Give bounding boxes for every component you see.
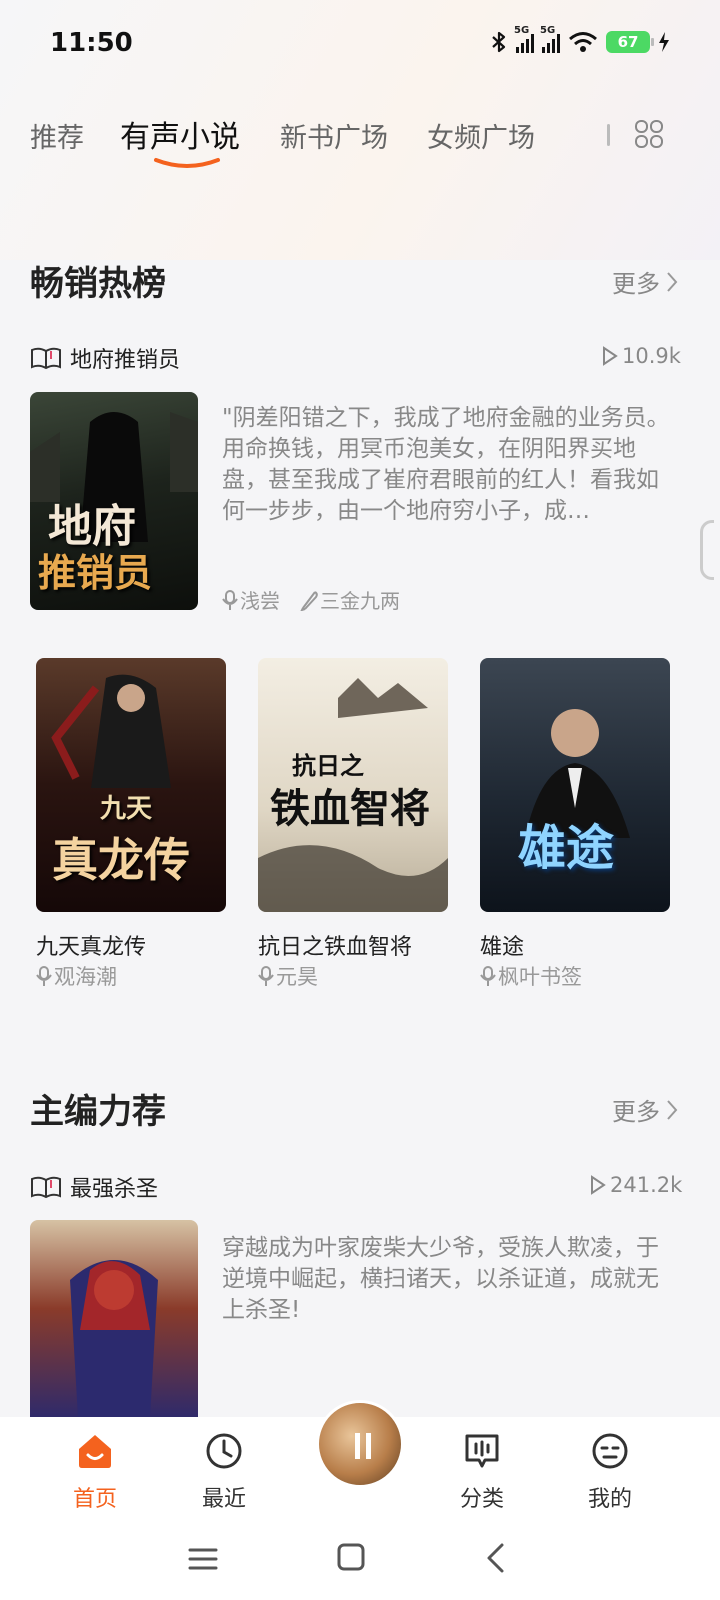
featured-book-title: 地府推销员 [70, 348, 181, 373]
nav-profile[interactable]: 我的 [565, 1431, 655, 1513]
system-navigation-bar [0, 1520, 720, 1600]
nav-home[interactable]: 首页 [50, 1431, 140, 1513]
cover-title-line-2: 铁血智将 [270, 785, 430, 832]
tab-audio-novel[interactable]: 有声小说 [120, 112, 240, 156]
charging-icon [659, 32, 669, 52]
back-icon[interactable] [484, 1542, 508, 1574]
editor-pick-more-link[interactable]: 更多 [612, 1092, 678, 1127]
bestseller-more-link[interactable]: 更多 [612, 264, 678, 299]
active-tab-indicator [154, 158, 220, 168]
featured-play-count: 10.9k [602, 344, 681, 368]
profile-icon [592, 1433, 628, 1469]
microphone-icon [480, 966, 496, 986]
tab-recommend[interactable]: 推荐 [30, 116, 84, 155]
tabs-divider [607, 124, 610, 146]
network-type-2: 5G [540, 25, 556, 36]
mini-player-button[interactable] [316, 1400, 404, 1488]
category-icon [465, 1434, 499, 1468]
status-icons: 5G 5G 67 [490, 25, 670, 54]
cover-title-line-1: 九天 [100, 794, 153, 824]
author-meta: 三金九两 [300, 585, 400, 614]
microphone-icon [222, 589, 238, 610]
chevron-right-icon [667, 1099, 678, 1120]
featured-book-cover[interactable]: 地府 推销员 [30, 392, 198, 610]
home-square-icon[interactable] [336, 1542, 366, 1572]
more-label: 更多 [612, 270, 660, 298]
play-icon [591, 1175, 606, 1195]
open-book-icon [31, 1176, 61, 1199]
tab-new-books[interactable]: 新书广场 [280, 116, 388, 155]
narrator-name: 浅尝 [240, 589, 280, 613]
clock-icon [206, 1433, 242, 1469]
bluetooth-icon [492, 31, 506, 53]
status-bar: 11:50 5G 5G 67 [0, 0, 720, 90]
play-count-value: 241.2k [610, 1173, 683, 1197]
all-categories-icon[interactable] [633, 118, 665, 150]
signal-icon-1: 5G [514, 25, 534, 53]
author-name: 三金九两 [320, 589, 400, 613]
microphone-icon [258, 966, 274, 986]
grid-book-narrator-1: 观海潮 [36, 961, 117, 991]
narrator-name: 观海潮 [54, 965, 117, 989]
grid-book-narrator-2: 元昊 [258, 961, 318, 991]
network-type-1: 5G [514, 25, 530, 36]
cover-title-line-2: 真龙传 [52, 833, 190, 887]
battery-indicator: 67 [606, 31, 654, 53]
signal-icon-2: 5G [540, 25, 560, 53]
status-time: 11:50 [50, 28, 133, 58]
narrator-name: 枫叶书签 [498, 965, 582, 989]
editor-pick-book-cover[interactable] [30, 1220, 198, 1417]
wifi-icon [569, 32, 597, 52]
microphone-icon [36, 966, 52, 986]
grid-book-title-1[interactable]: 九天真龙传 [36, 929, 146, 961]
featured-book-description: "阴差阳错之下，我成了地府金融的业务员。用命换钱，用冥币泡美女，在阴阳界买地盘，… [222, 405, 670, 524]
chevron-right-icon [667, 271, 678, 292]
grid-book-cover-3[interactable]: 雄途 [480, 658, 670, 912]
editor-pick-book-header[interactable]: 最强杀圣 [30, 1171, 158, 1203]
grid-book-cover-2[interactable]: 抗日之 铁血智将 [258, 658, 448, 912]
play-icon [603, 346, 618, 366]
grid-book-cover-1[interactable]: 九天 真龙传 [36, 658, 226, 912]
section-title-bestseller: 畅销热榜 [30, 264, 166, 304]
nav-recent-label: 最近 [201, 1487, 246, 1512]
grid-book-title-3[interactable]: 雄途 [480, 929, 524, 961]
grid-book-narrator-3: 枫叶书签 [480, 961, 582, 991]
pause-icon [355, 1433, 371, 1459]
menu-icon[interactable] [188, 1544, 218, 1574]
featured-book-meta: 浅尝 三金九两 [222, 585, 400, 614]
narrator-name: 元昊 [276, 965, 318, 989]
editor-pick-description: 穿越成为叶家废柴大少爷，受族人欺凌，于逆境中崛起，横扫诸天，以杀证道，成就无上杀… [222, 1235, 659, 1323]
open-book-icon [31, 347, 61, 370]
cover-title-line-2: 推销员 [38, 550, 153, 595]
narrator-meta: 浅尝 [222, 585, 280, 614]
tab-female[interactable]: 女频广场 [427, 116, 535, 155]
category-tabs: 推荐 有声小说 新书广场 女频广场 [30, 110, 690, 170]
pen-icon [300, 590, 318, 611]
home-icon [79, 1435, 111, 1468]
cover-illustration [70, 1260, 158, 1417]
nav-category[interactable]: 分类 [437, 1431, 527, 1513]
more-label: 更多 [612, 1098, 660, 1126]
nav-profile-label: 我的 [587, 1487, 632, 1512]
side-scroll-handle[interactable] [700, 520, 714, 580]
cover-title: 雄途 [518, 820, 615, 876]
nav-recent[interactable]: 最近 [179, 1431, 269, 1513]
grid-book-title-2[interactable]: 抗日之铁血智将 [258, 929, 412, 961]
nav-home-label: 首页 [72, 1487, 117, 1512]
nav-category-label: 分类 [459, 1487, 504, 1512]
section-title-editor-pick: 主编力荐 [30, 1092, 166, 1132]
editor-pick-book-title: 最强杀圣 [70, 1177, 159, 1202]
editor-pick-play-count: 241.2k [590, 1173, 682, 1197]
featured-book-header[interactable]: 地府推销员 [30, 342, 180, 374]
play-count-value: 10.9k [622, 344, 681, 368]
